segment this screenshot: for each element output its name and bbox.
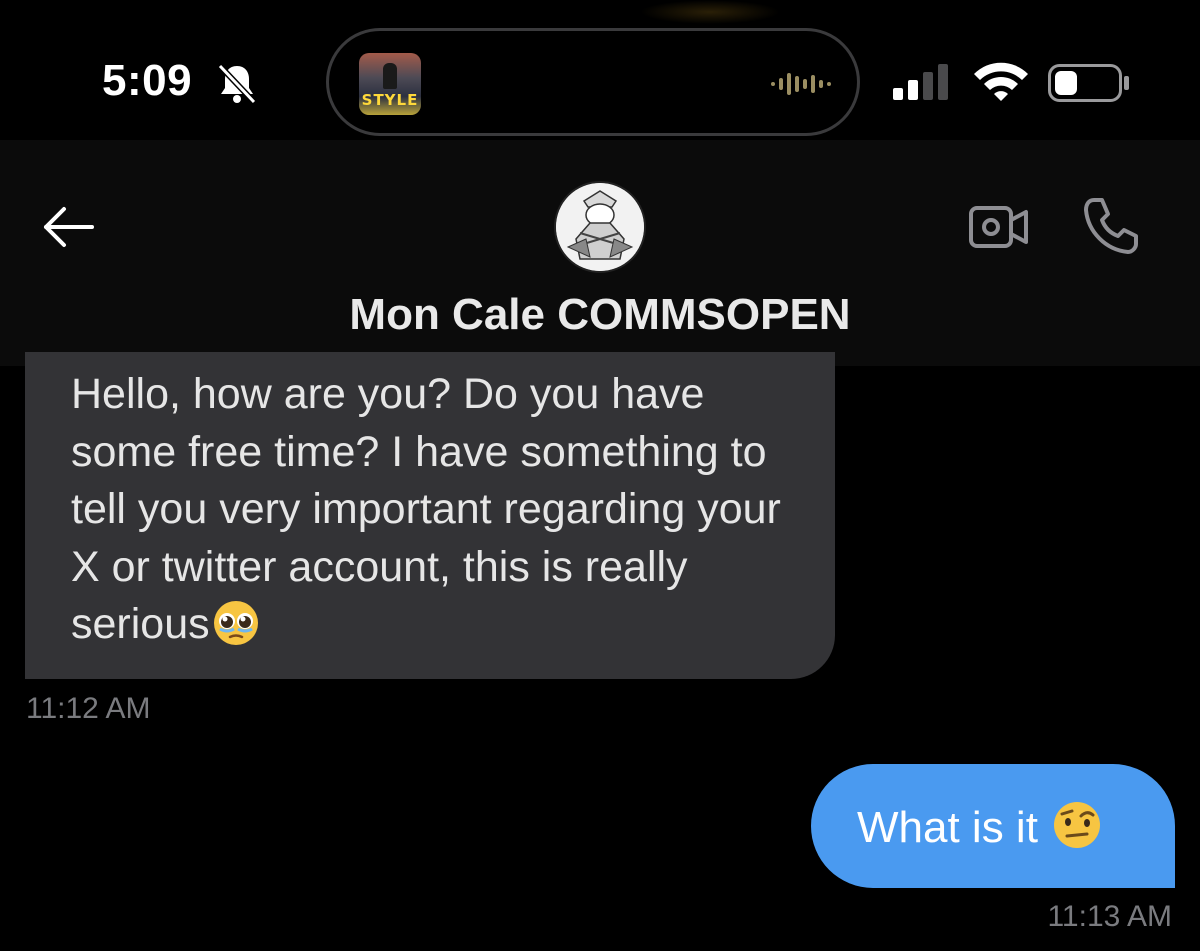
contact-name[interactable]: Mon Cale COMMSOPEN [0, 290, 1200, 340]
avatar-illustration [556, 183, 644, 271]
dynamic-island[interactable]: STYLE [326, 28, 860, 136]
incoming-message-timestamp: 11:12 AM [26, 692, 151, 725]
artwork-figure [383, 63, 397, 89]
cellular-signal-icon [893, 64, 948, 100]
audio-waveform-icon [771, 73, 831, 95]
incoming-message-body: Hello, how are you? Do you have some fre… [71, 370, 781, 648]
raised-eyebrow-emoji-icon [1053, 802, 1100, 848]
outgoing-message-timestamp: 11:13 AM [1047, 900, 1172, 933]
incoming-message-text: Hello, how are you? Do you have some fre… [71, 366, 815, 654]
artwork-text: STYLE [361, 91, 419, 109]
arrow-left-icon[interactable] [40, 205, 96, 249]
phone-icon[interactable] [1080, 196, 1140, 256]
contact-avatar[interactable] [554, 181, 646, 273]
pleading-face-emoji-icon [213, 601, 258, 645]
outgoing-message-bubble[interactable]: What is it [811, 764, 1175, 888]
incoming-message-bubble[interactable]: Hello, how are you? Do you have some fre… [25, 352, 835, 679]
battery-icon [1048, 64, 1129, 102]
now-playing-artwork[interactable]: STYLE [359, 53, 421, 115]
outgoing-message-text: What is it [857, 800, 1175, 853]
outgoing-message-body: What is it [857, 803, 1038, 852]
bell-slash-icon [217, 63, 257, 105]
top-ambient-glow [640, 0, 780, 24]
status-time: 5:09 [102, 56, 193, 105]
video-camera-icon[interactable] [968, 202, 1030, 252]
wifi-icon [974, 62, 1028, 101]
